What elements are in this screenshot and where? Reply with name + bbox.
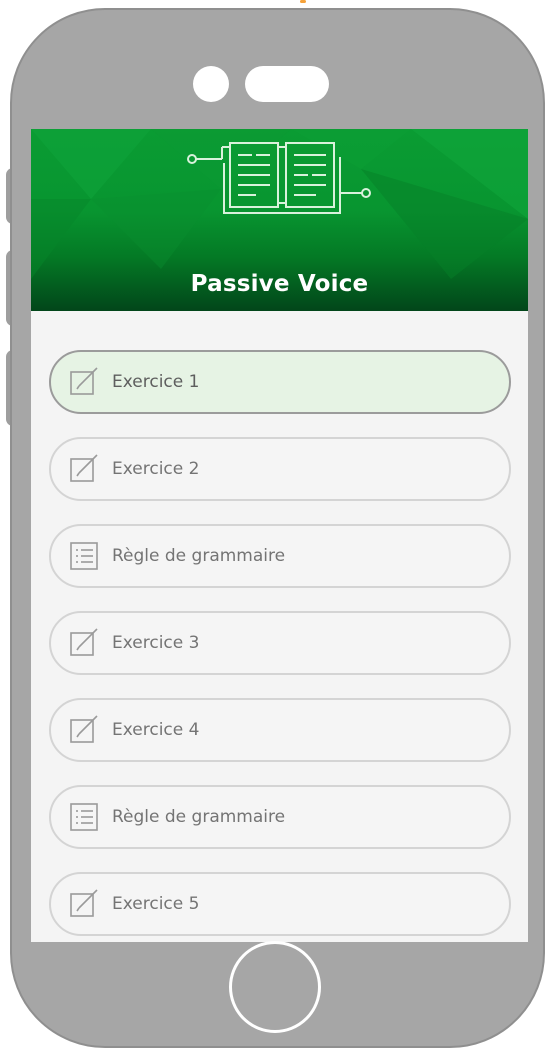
list-item-regle-de-grammaire-2[interactable]: Règle de grammaire <box>49 785 511 849</box>
list-item-regle-de-grammaire-1[interactable]: Règle de grammaire <box>49 524 511 588</box>
list-item-label: Exercice 2 <box>112 459 200 479</box>
list-item-label: Règle de grammaire <box>112 546 286 566</box>
list-item-label: Exercice 5 <box>112 894 200 914</box>
book-circuit-icon <box>187 142 371 214</box>
list-item-exercice-5[interactable]: Exercice 5 <box>49 872 511 936</box>
list-item-exercice-2[interactable]: Exercice 2 <box>49 437 511 501</box>
list-item-label: Exercice 4 <box>112 720 200 740</box>
header-banner: Passive Voice <box>31 129 528 311</box>
list-item-exercice-4[interactable]: Exercice 4 <box>49 698 511 762</box>
edit-icon <box>68 888 100 920</box>
top-marker <box>300 0 306 3</box>
list-item-exercice-1[interactable]: Exercice 1 <box>49 350 511 414</box>
home-button[interactable] <box>229 941 321 1033</box>
front-camera <box>193 66 229 102</box>
edit-icon <box>68 714 100 746</box>
list-item-label: Règle de grammaire <box>112 807 286 827</box>
app-screen: Passive Voice Exercice 1 Exercice 2 Règl… <box>31 129 528 942</box>
list-icon <box>68 801 100 833</box>
list-icon <box>68 540 100 572</box>
list-item-label: Exercice 3 <box>112 633 200 653</box>
page-title: Passive Voice <box>190 271 369 297</box>
lesson-list: Exercice 1 Exercice 2 Règle de grammaire… <box>49 350 511 942</box>
edit-icon <box>68 453 100 485</box>
earpiece-speaker <box>245 66 329 102</box>
edit-icon <box>68 366 100 398</box>
stage: Passive Voice Exercice 1 Exercice 2 Règl… <box>0 0 546 1050</box>
list-item-exercice-3[interactable]: Exercice 3 <box>49 611 511 675</box>
edit-icon <box>68 627 100 659</box>
list-item-label: Exercice 1 <box>112 372 200 392</box>
